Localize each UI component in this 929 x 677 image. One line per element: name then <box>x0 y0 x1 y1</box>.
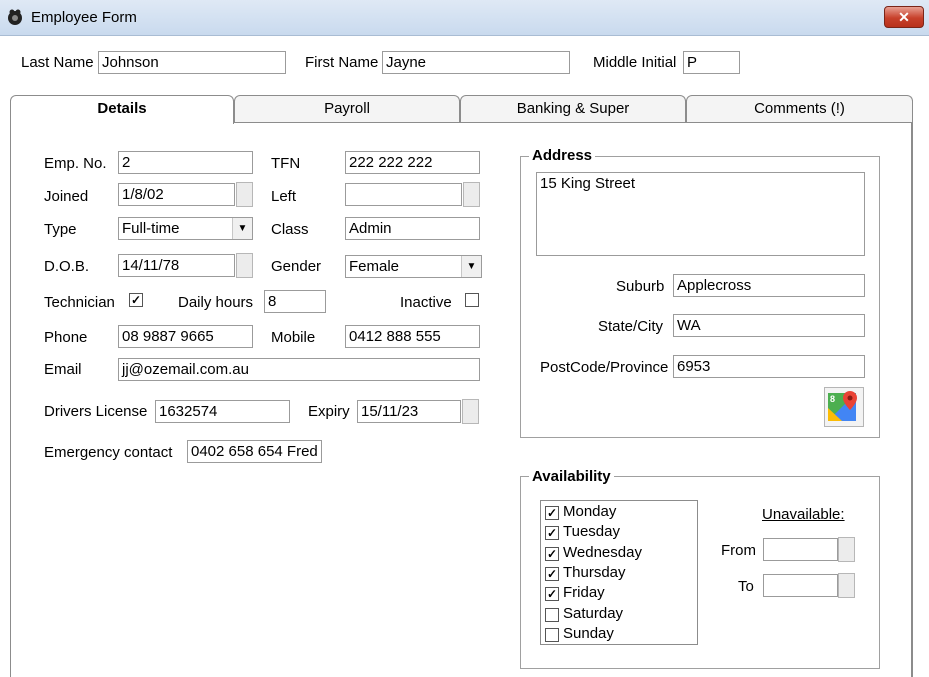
type-value: Full-time <box>122 220 180 237</box>
daily-hours-field[interactable]: 8 <box>264 290 326 313</box>
day-item-wednesday[interactable]: ✓ Wednesday <box>545 544 695 564</box>
google-maps-icon: 8 <box>828 391 857 421</box>
gender-select[interactable]: Female ▼ <box>345 255 482 278</box>
day-label: Thursday <box>563 563 626 581</box>
day-item-tuesday[interactable]: ✓ Tuesday <box>545 523 695 543</box>
dob-date-button[interactable] <box>236 253 253 278</box>
day-checkbox[interactable]: ✓ <box>545 546 559 561</box>
inactive-label: Inactive <box>400 294 452 311</box>
inactive-checkbox[interactable] <box>465 293 479 307</box>
from-label: From <box>721 542 756 559</box>
emergency-contact-field[interactable]: 0402 658 654 Fred <box>187 440 322 463</box>
day-item-sunday[interactable]: Sunday <box>545 625 695 645</box>
day-checkbox[interactable] <box>545 607 559 622</box>
day-item-friday[interactable]: ✓ Friday <box>545 584 695 604</box>
type-select[interactable]: Full-time ▼ <box>118 217 253 240</box>
availability-title: Availability <box>529 468 614 485</box>
tab-banking-super[interactable]: Banking & Super <box>460 95 686 123</box>
last-name-label: Last Name <box>21 54 94 71</box>
email-label: Email <box>44 361 82 378</box>
emp-no-field[interactable]: 2 <box>118 151 253 174</box>
to-field[interactable] <box>763 574 838 597</box>
day-label: Friday <box>563 584 605 602</box>
tfn-field[interactable]: 222 222 222 <box>345 151 480 174</box>
suburb-label: Suburb <box>616 278 665 295</box>
expiry-label: Expiry <box>308 403 350 420</box>
technician-checkbox[interactable]: ✓ <box>129 293 143 307</box>
daily-hours-label: Daily hours <box>178 294 254 311</box>
day-label: Wednesday <box>563 543 642 561</box>
email-field[interactable]: jj@ozemail.com.au <box>118 358 480 381</box>
svg-text:8: 8 <box>830 394 835 404</box>
tab-payroll[interactable]: Payroll <box>234 95 460 123</box>
first-name-label: First Name <box>305 54 379 71</box>
left-label: Left <box>271 188 297 205</box>
emp-no-label: Emp. No. <box>44 155 107 172</box>
joined-field[interactable]: 1/8/02 <box>118 183 235 206</box>
day-label: Monday <box>563 503 617 520</box>
day-label: Sunday <box>563 624 614 642</box>
last-name-field[interactable]: Johnson <box>98 51 286 74</box>
app-icon <box>8 9 22 25</box>
day-item-thursday[interactable]: ✓ Thursday <box>545 564 695 584</box>
phone-label: Phone <box>44 329 88 346</box>
phone-field[interactable]: 08 9887 9665 <box>118 325 253 348</box>
state-field[interactable]: WA <box>673 314 865 337</box>
class-label: Class <box>271 221 309 238</box>
unavailable-label: Unavailable: <box>762 506 845 523</box>
class-field[interactable]: Admin <box>345 217 480 240</box>
from-field[interactable] <box>763 538 838 561</box>
day-checkbox[interactable]: ✓ <box>545 587 559 602</box>
postcode-field[interactable]: 6953 <box>673 355 865 378</box>
day-checkbox[interactable]: ✓ <box>545 526 559 541</box>
drivers-license-label: Drivers License <box>44 403 148 420</box>
address-title: Address <box>529 147 596 164</box>
technician-label: Technician <box>44 294 115 311</box>
street-textarea[interactable]: 15 King Street <box>536 172 865 256</box>
first-name-field[interactable]: Jayne <box>382 51 570 74</box>
chevron-down-icon[interactable]: ▼ <box>232 218 252 239</box>
suburb-field[interactable]: Applecross <box>673 274 865 297</box>
state-label: State/City <box>598 318 664 335</box>
day-label: Tuesday <box>563 523 620 541</box>
gender-label: Gender <box>271 258 322 275</box>
day-checkbox[interactable]: ✓ <box>545 566 559 581</box>
expiry-field[interactable]: 15/11/23 <box>357 400 461 423</box>
from-date-button[interactable] <box>838 537 855 562</box>
to-date-button[interactable] <box>838 573 855 598</box>
days-list: ✓ Monday ✓ Tuesday ✓ Wednesday ✓ Thursday ✓ Frida… <box>540 500 698 645</box>
expiry-date-button[interactable] <box>462 399 479 424</box>
left-date-button[interactable] <box>463 182 480 207</box>
postcode-label: PostCode/Province <box>540 359 669 376</box>
to-label: To <box>738 578 754 595</box>
mobile-field[interactable]: 0412 888 555 <box>345 325 480 348</box>
mobile-label: Mobile <box>271 329 316 346</box>
dob-field[interactable]: 14/11/78 <box>118 254 235 277</box>
dob-label: D.O.B. <box>44 258 90 275</box>
drivers-license-field[interactable]: 1632574 <box>155 400 290 423</box>
type-label: Type <box>44 221 77 238</box>
left-field[interactable] <box>345 183 462 206</box>
day-item-monday[interactable]: ✓ Monday <box>545 503 695 523</box>
tab-details[interactable]: Details <box>10 95 234 124</box>
emergency-contact-label: Emergency contact <box>44 444 173 461</box>
middle-initial-label: Middle Initial <box>593 54 677 71</box>
joined-date-button[interactable] <box>236 182 253 207</box>
day-checkbox[interactable] <box>545 627 559 642</box>
tfn-label: TFN <box>271 155 301 172</box>
middle-initial-field[interactable]: P <box>683 51 740 74</box>
maps-button[interactable]: 8 <box>824 387 864 427</box>
day-label: Saturday <box>563 604 624 622</box>
chevron-down-icon[interactable]: ▼ <box>461 256 481 277</box>
day-item-saturday[interactable]: Saturday <box>545 605 695 625</box>
window-title: Employee Form <box>31 9 137 26</box>
day-checkbox[interactable]: ✓ <box>545 506 559 520</box>
close-button[interactable]: ✕ <box>884 6 924 28</box>
title-bar <box>0 0 929 36</box>
joined-label: Joined <box>44 188 89 205</box>
gender-value: Female <box>349 258 400 275</box>
tab-comments[interactable]: Comments (!) <box>686 95 913 123</box>
